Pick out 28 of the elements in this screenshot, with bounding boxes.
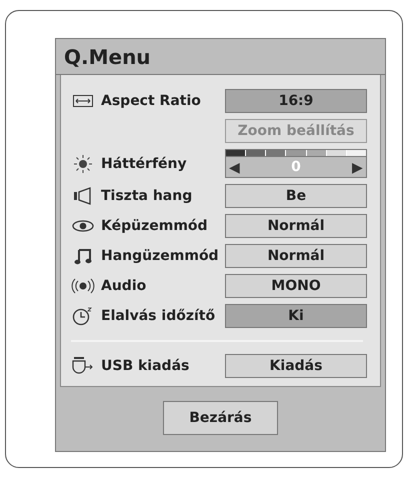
setting-label: Háttérfény — [101, 156, 187, 172]
sun-icon — [73, 154, 93, 174]
eye-icon — [72, 220, 94, 232]
setting-value-button[interactable]: Kiadás — [225, 354, 367, 378]
increase-button[interactable]: ▶ — [352, 159, 363, 175]
setting-label: Aspect Ratio — [101, 93, 201, 109]
speaker-icon — [73, 187, 93, 205]
setting-label: Tiszta hang — [101, 188, 192, 204]
setting-value-button[interactable]: Be — [225, 184, 367, 208]
decrease-button[interactable]: ◀ — [229, 159, 240, 175]
setting-value-button[interactable]: 16:9 — [225, 89, 367, 113]
close-button[interactable]: Bezárás — [163, 401, 278, 435]
setting-label: USB kiadás — [101, 358, 190, 374]
aspect-ratio-icon — [73, 95, 93, 107]
setting-value-button[interactable]: Normál — [225, 214, 367, 238]
setting-value-button[interactable]: MONO — [225, 274, 367, 298]
music-note-icon — [74, 247, 92, 265]
sleep-timer-icon — [72, 306, 94, 326]
usb-eject-icon — [72, 357, 94, 375]
backlight-slider[interactable]: ◀ 0 ▶ — [225, 149, 367, 178]
audio-signal-icon — [71, 278, 95, 294]
setting-label: Elalvás időzítő — [101, 308, 216, 324]
setting-value-button[interactable]: Normál — [225, 244, 367, 268]
setting-value-button[interactable]: Ki — [225, 304, 367, 328]
backlight-value: 0 — [291, 159, 301, 175]
setting-label: Képüzemmód — [101, 218, 208, 234]
setting-label: Audio — [101, 278, 146, 294]
setting-label: Hangüzemmód — [101, 248, 219, 264]
